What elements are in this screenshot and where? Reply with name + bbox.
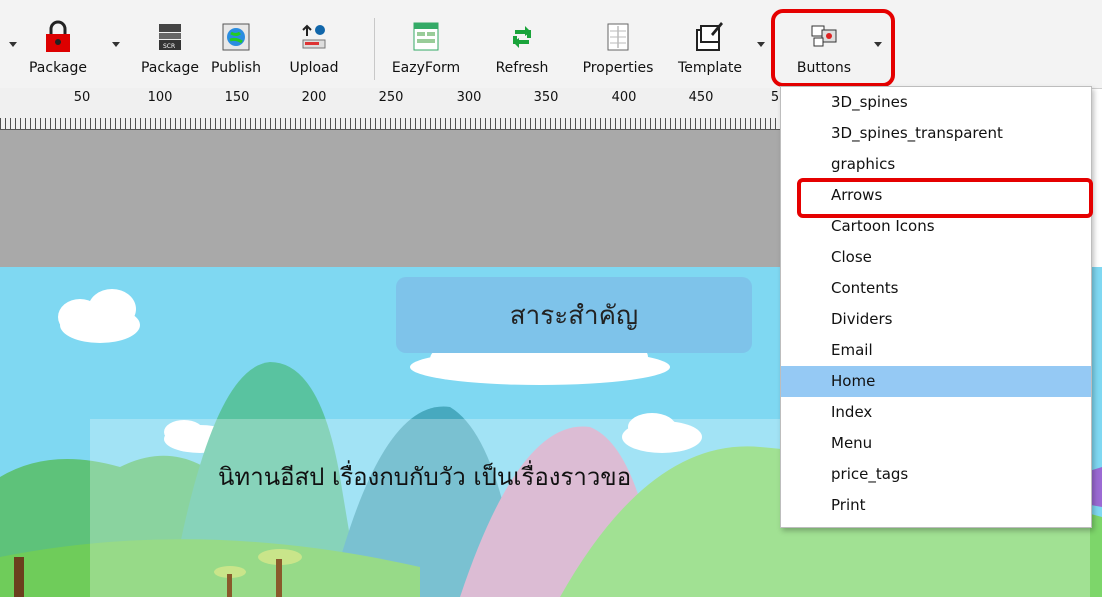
form-icon: [413, 22, 439, 51]
template-button[interactable]: Template: [668, 0, 752, 88]
scorm-package-icon: SCR: [159, 24, 181, 50]
menu-item-price-tags[interactable]: price_tags: [781, 459, 1091, 490]
ruler-mark: 100: [147, 90, 173, 105]
ruler-mark: 50: [73, 90, 91, 105]
menu-item-graphics[interactable]: graphics: [781, 149, 1091, 180]
package-label: Package: [28, 60, 88, 76]
horizontal-ruler: 50 100 150 200 250 300 350 400 450 5: [0, 88, 790, 130]
properties-button[interactable]: Properties: [572, 0, 664, 88]
ruler-mark: 200: [301, 90, 327, 105]
package-label: Package: [140, 60, 200, 76]
ruler-mark: 350: [533, 90, 559, 105]
dropdown-arrow-icon[interactable]: [112, 42, 120, 47]
package-scorm-button[interactable]: SCR Package: [134, 0, 206, 88]
menu-item-menu[interactable]: Menu: [781, 428, 1091, 459]
publish-label: Publish: [211, 60, 261, 76]
arrows-highlight-box: [797, 178, 1093, 218]
eazyform-label: EazyForm: [391, 60, 461, 76]
ruler-mark: 150: [224, 90, 250, 105]
properties-icon: [607, 23, 629, 51]
menu-item-index[interactable]: Index: [781, 397, 1091, 428]
package-lock-button[interactable]: Package: [28, 0, 88, 88]
canvas-background: [0, 130, 790, 267]
ruler-mark: 400: [611, 90, 637, 105]
lock-icon: [46, 20, 70, 52]
svg-text:SCR: SCR: [163, 43, 175, 50]
menu-item-email[interactable]: Email: [781, 335, 1091, 366]
properties-label: Properties: [582, 60, 654, 76]
eazyform-button[interactable]: EazyForm: [382, 0, 470, 88]
buttons-highlight-box: [771, 9, 895, 87]
ruler-mark: 450: [688, 90, 714, 105]
template-icon: [696, 22, 723, 51]
ruler-mark: 300: [456, 90, 482, 105]
story-text: นิทานอีสป เรื่องกบกับวัว เป็นเรื่องราวขอ: [218, 463, 632, 491]
dropdown-arrow-icon[interactable]: [9, 42, 17, 47]
menu-item-3d-spines-transparent[interactable]: 3D_spines_transparent: [781, 118, 1091, 149]
upload-icon: [302, 24, 326, 49]
buttons-dropdown-menu: 3D_spines 3D_spines_transparent graphics…: [780, 86, 1092, 528]
toolbar-separator: [374, 18, 375, 80]
publish-button[interactable]: Publish: [205, 0, 267, 88]
menu-item-print[interactable]: Print: [781, 490, 1091, 521]
toolbar: Package SCR Package Publish Upload EazyF…: [0, 0, 1102, 89]
ruler-mark: 5: [770, 90, 780, 105]
menu-item-contents[interactable]: Contents: [781, 273, 1091, 304]
upload-button[interactable]: Upload: [280, 0, 348, 88]
menu-item-3d-spines[interactable]: 3D_spines: [781, 87, 1091, 118]
menu-item-home[interactable]: Home: [781, 366, 1091, 397]
refresh-button[interactable]: Refresh: [486, 0, 558, 88]
dropdown-arrow-icon[interactable]: [757, 42, 765, 47]
refresh-label: Refresh: [495, 60, 549, 76]
menu-item-close[interactable]: Close: [781, 242, 1091, 273]
refresh-icon: [513, 26, 531, 48]
upload-label: Upload: [289, 60, 339, 76]
ruler-mark: 250: [378, 90, 404, 105]
slide-title-box: สาระสำคัญ: [396, 277, 752, 353]
menu-item-dividers[interactable]: Dividers: [781, 304, 1091, 335]
template-label: Template: [678, 60, 742, 76]
globe-icon: [222, 23, 250, 51]
